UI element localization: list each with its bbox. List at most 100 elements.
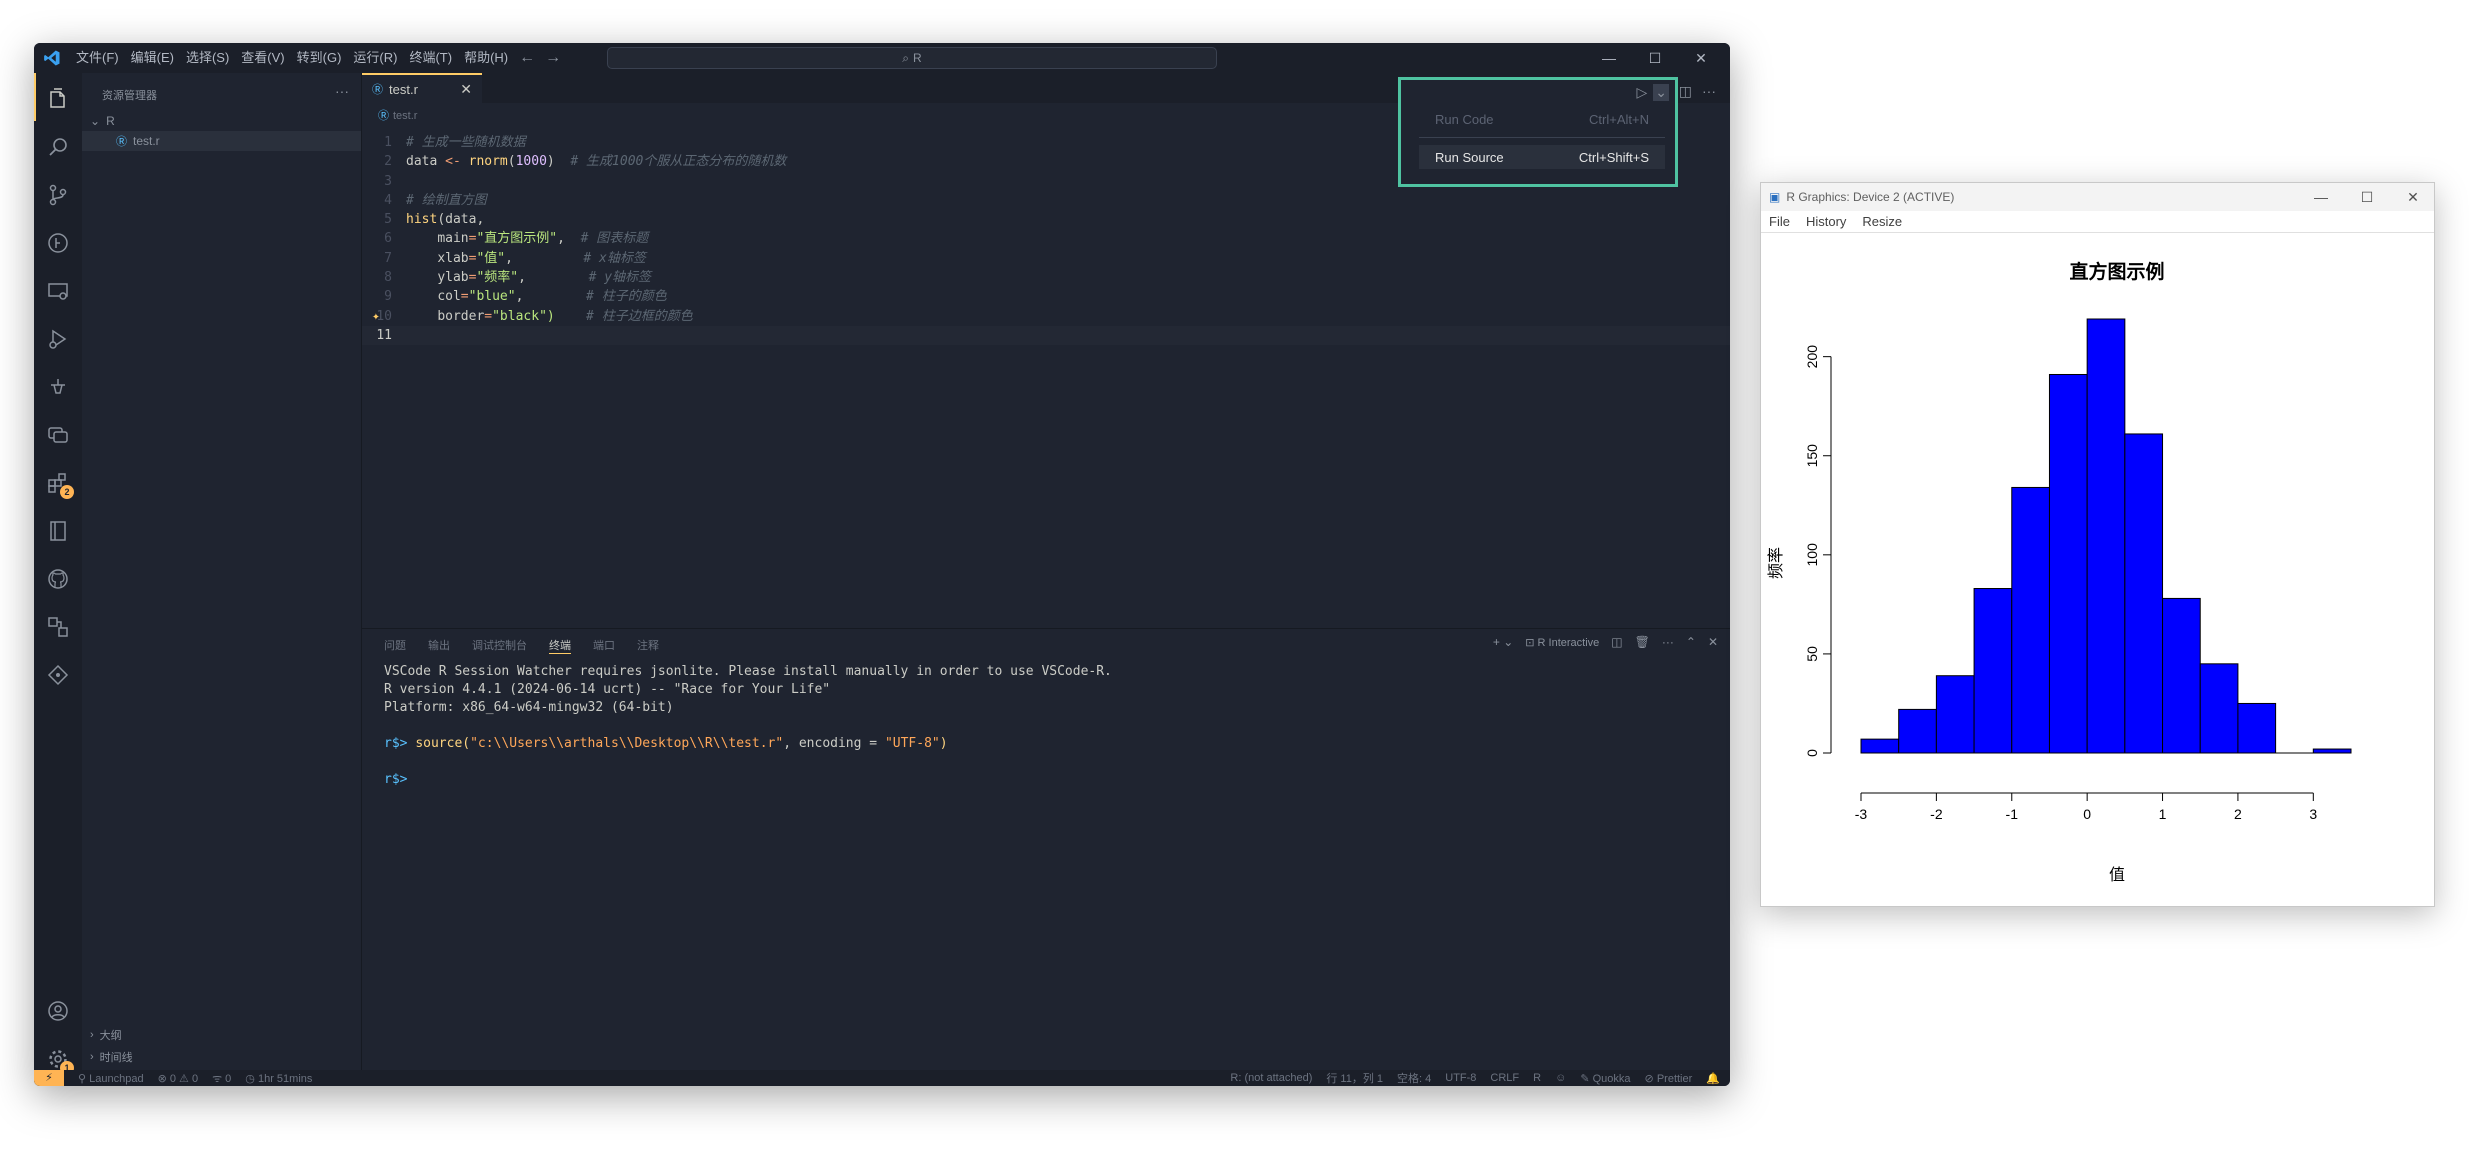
terminal-name: R Interactive [1537,636,1600,649]
explorer-icon[interactable] [46,87,70,111]
tab-comments[interactable]: 注释 [637,637,659,654]
file-row-test-r[interactable]: Ⓡ test.r [82,131,361,151]
run-dropdown-chevron-icon[interactable]: ⌄ [1653,84,1669,101]
git-graph-icon[interactable] [46,663,70,687]
r-maximize-button[interactable]: ☐ [2344,183,2390,211]
indentation[interactable]: 空格: 4 [1397,1070,1431,1086]
extensions-icon[interactable]: 2 [46,471,74,499]
menu-selection[interactable]: 选择(S) [180,43,235,73]
menu-view[interactable]: 查看(V) [235,43,290,73]
run-source-shortcut: Ctrl+Shift+S [1578,149,1649,165]
run-debug-icon[interactable] [46,327,70,351]
timeline-section[interactable]: › 时间线 [82,1047,361,1067]
menu-help[interactable]: 帮助(H) [458,43,514,73]
run-code-menu-item[interactable]: Run Code Ctrl+Alt+N [1419,107,1665,131]
split-terminal-icon[interactable]: ◫ [1611,635,1622,649]
tab-ports[interactable]: 端口 [593,637,615,654]
r-minimize-button[interactable]: — [2298,183,2344,211]
tab-terminal[interactable]: 终端 [549,637,571,654]
r-menu-file[interactable]: File [1761,214,1798,229]
cursor-position[interactable]: 行 11，列 1 [1326,1070,1383,1086]
close-tab-icon[interactable]: ✕ [460,81,472,98]
extensions-badge: 2 [60,485,74,499]
notifications-bell-icon[interactable]: 🔔 [1706,1072,1720,1085]
folder-row-r[interactable]: ⌄ R [82,111,361,131]
sparkle-icon[interactable]: ✦ [372,307,380,326]
prettier-status[interactable]: ⊘ Prettier [1645,1072,1693,1085]
session-time[interactable]: ◷ 1hr 51mins [245,1072,312,1085]
remote-indicator-icon[interactable]: ⚡ [34,1070,64,1086]
source-control-icon[interactable] [46,183,70,207]
timeline-label: 时间线 [99,1052,133,1064]
code-line-9: 9 col="blue", # 柱子的颜色 [384,289,667,305]
close-window-button[interactable]: ✕ [1678,43,1724,73]
menu-file[interactable]: 文件(F) [70,43,125,73]
menu-run[interactable]: 运行(R) [347,43,403,73]
antenna-icon: ᯤ [212,1072,223,1085]
x-tick-label: -1 [2006,806,2019,822]
chart-title: 直方图示例 [2069,260,2164,283]
code-line-7: 7 xlab="值", # x轴标签 [384,250,646,266]
end-of-line[interactable]: CRLF [1490,1072,1519,1084]
panel-actions: + ⌄ ⊡ R Interactive ◫ 🗑 ··· ⌃ ✕ [1493,635,1718,649]
r-menu-resize[interactable]: Resize [1854,214,1910,229]
r-attach-status[interactable]: R: (not attached) [1230,1072,1312,1084]
pencil-icon: ✎ [1580,1072,1590,1085]
more-actions-icon[interactable]: ··· [335,83,349,99]
remote-explorer-icon[interactable] [46,279,70,303]
y-tick-label: 0 [1804,749,1820,757]
testing-icon[interactable] [46,375,70,399]
breadcrumb[interactable]: Ⓡtest.r [378,107,417,123]
maximize-button[interactable]: ☐ [1632,43,1678,73]
menu-terminal[interactable]: 终端(T) [403,43,458,73]
run-source-menu-item[interactable]: Run Source Ctrl+Shift+S [1419,145,1665,169]
close-panel-icon[interactable]: ✕ [1708,635,1718,649]
maximize-panel-icon[interactable]: ⌃ [1686,635,1696,649]
search-icon[interactable] [46,135,70,159]
quokka-status[interactable]: ✎ Quokka [1580,1072,1630,1085]
github-icon[interactable] [46,567,70,591]
problems-status[interactable]: ⊗ 0 ⚠ 0 [158,1072,198,1085]
tab-debug-console[interactable]: 调试控制台 [472,637,527,654]
launchpad-status[interactable]: ⚲ Launchpad [78,1072,144,1085]
panel-more-icon[interactable]: ··· [1662,635,1674,649]
notebook-icon[interactable] [46,519,70,543]
run-dropdown-menu: ▷ ⌄ Run Code Ctrl+Alt+N Run Source Ctrl+… [1398,77,1678,187]
new-terminal-icon[interactable]: + ⌄ [1493,635,1513,649]
forward-arrow-icon[interactable]: → [540,49,566,67]
tab-output[interactable]: 输出 [428,637,450,654]
back-arrow-icon[interactable]: ← [514,49,540,67]
file-name: test.r [133,134,160,148]
menu-edit[interactable]: 编辑(E) [125,43,180,73]
trash-icon[interactable]: 🗑 [1635,635,1650,649]
histogram-bar [1935,675,1975,754]
editor-more-icon[interactable]: ··· [1702,83,1716,100]
ports-status[interactable]: ᯤ 0 [212,1071,231,1086]
command-center-search[interactable]: ⌕ R [607,47,1217,69]
encoding[interactable]: UTF-8 [1445,1072,1476,1084]
timeline-icon[interactable] [46,231,70,255]
r-close-button[interactable]: ✕ [2390,183,2436,211]
tab-problems[interactable]: 问题 [384,637,406,654]
x-tick-label: 2 [2234,806,2242,822]
containers-icon[interactable] [46,615,70,639]
settings-gear-icon[interactable]: 1 [46,1047,74,1075]
histogram-bar [2124,433,2164,754]
chat-icon[interactable] [46,423,70,447]
menu-go[interactable]: 转到(G) [291,43,348,73]
menu-separator [1419,137,1665,138]
split-editor-icon[interactable]: ◫ [1679,83,1692,100]
copilot-icon[interactable]: ☺ [1555,1072,1566,1084]
account-icon[interactable] [46,999,70,1023]
outline-section[interactable]: › 大纲 [82,1025,361,1045]
minimize-button[interactable]: — [1586,43,1632,73]
terminal-selector[interactable]: ⊡ R Interactive [1525,636,1599,649]
terminal-output[interactable]: VSCode R Session Watcher requires jsonli… [384,663,1112,789]
code-line-8: 8 ylab="频率", # y轴标签 [384,270,652,286]
run-play-icon[interactable]: ▷ [1636,84,1647,101]
language-mode[interactable]: R [1533,1072,1541,1084]
folder-name: R [106,114,115,128]
r-menu-history[interactable]: History [1798,214,1854,229]
tab-test-r[interactable]: Ⓡ test.r ✕ [362,73,482,103]
chevron-down-icon: ⌄ [90,114,101,128]
